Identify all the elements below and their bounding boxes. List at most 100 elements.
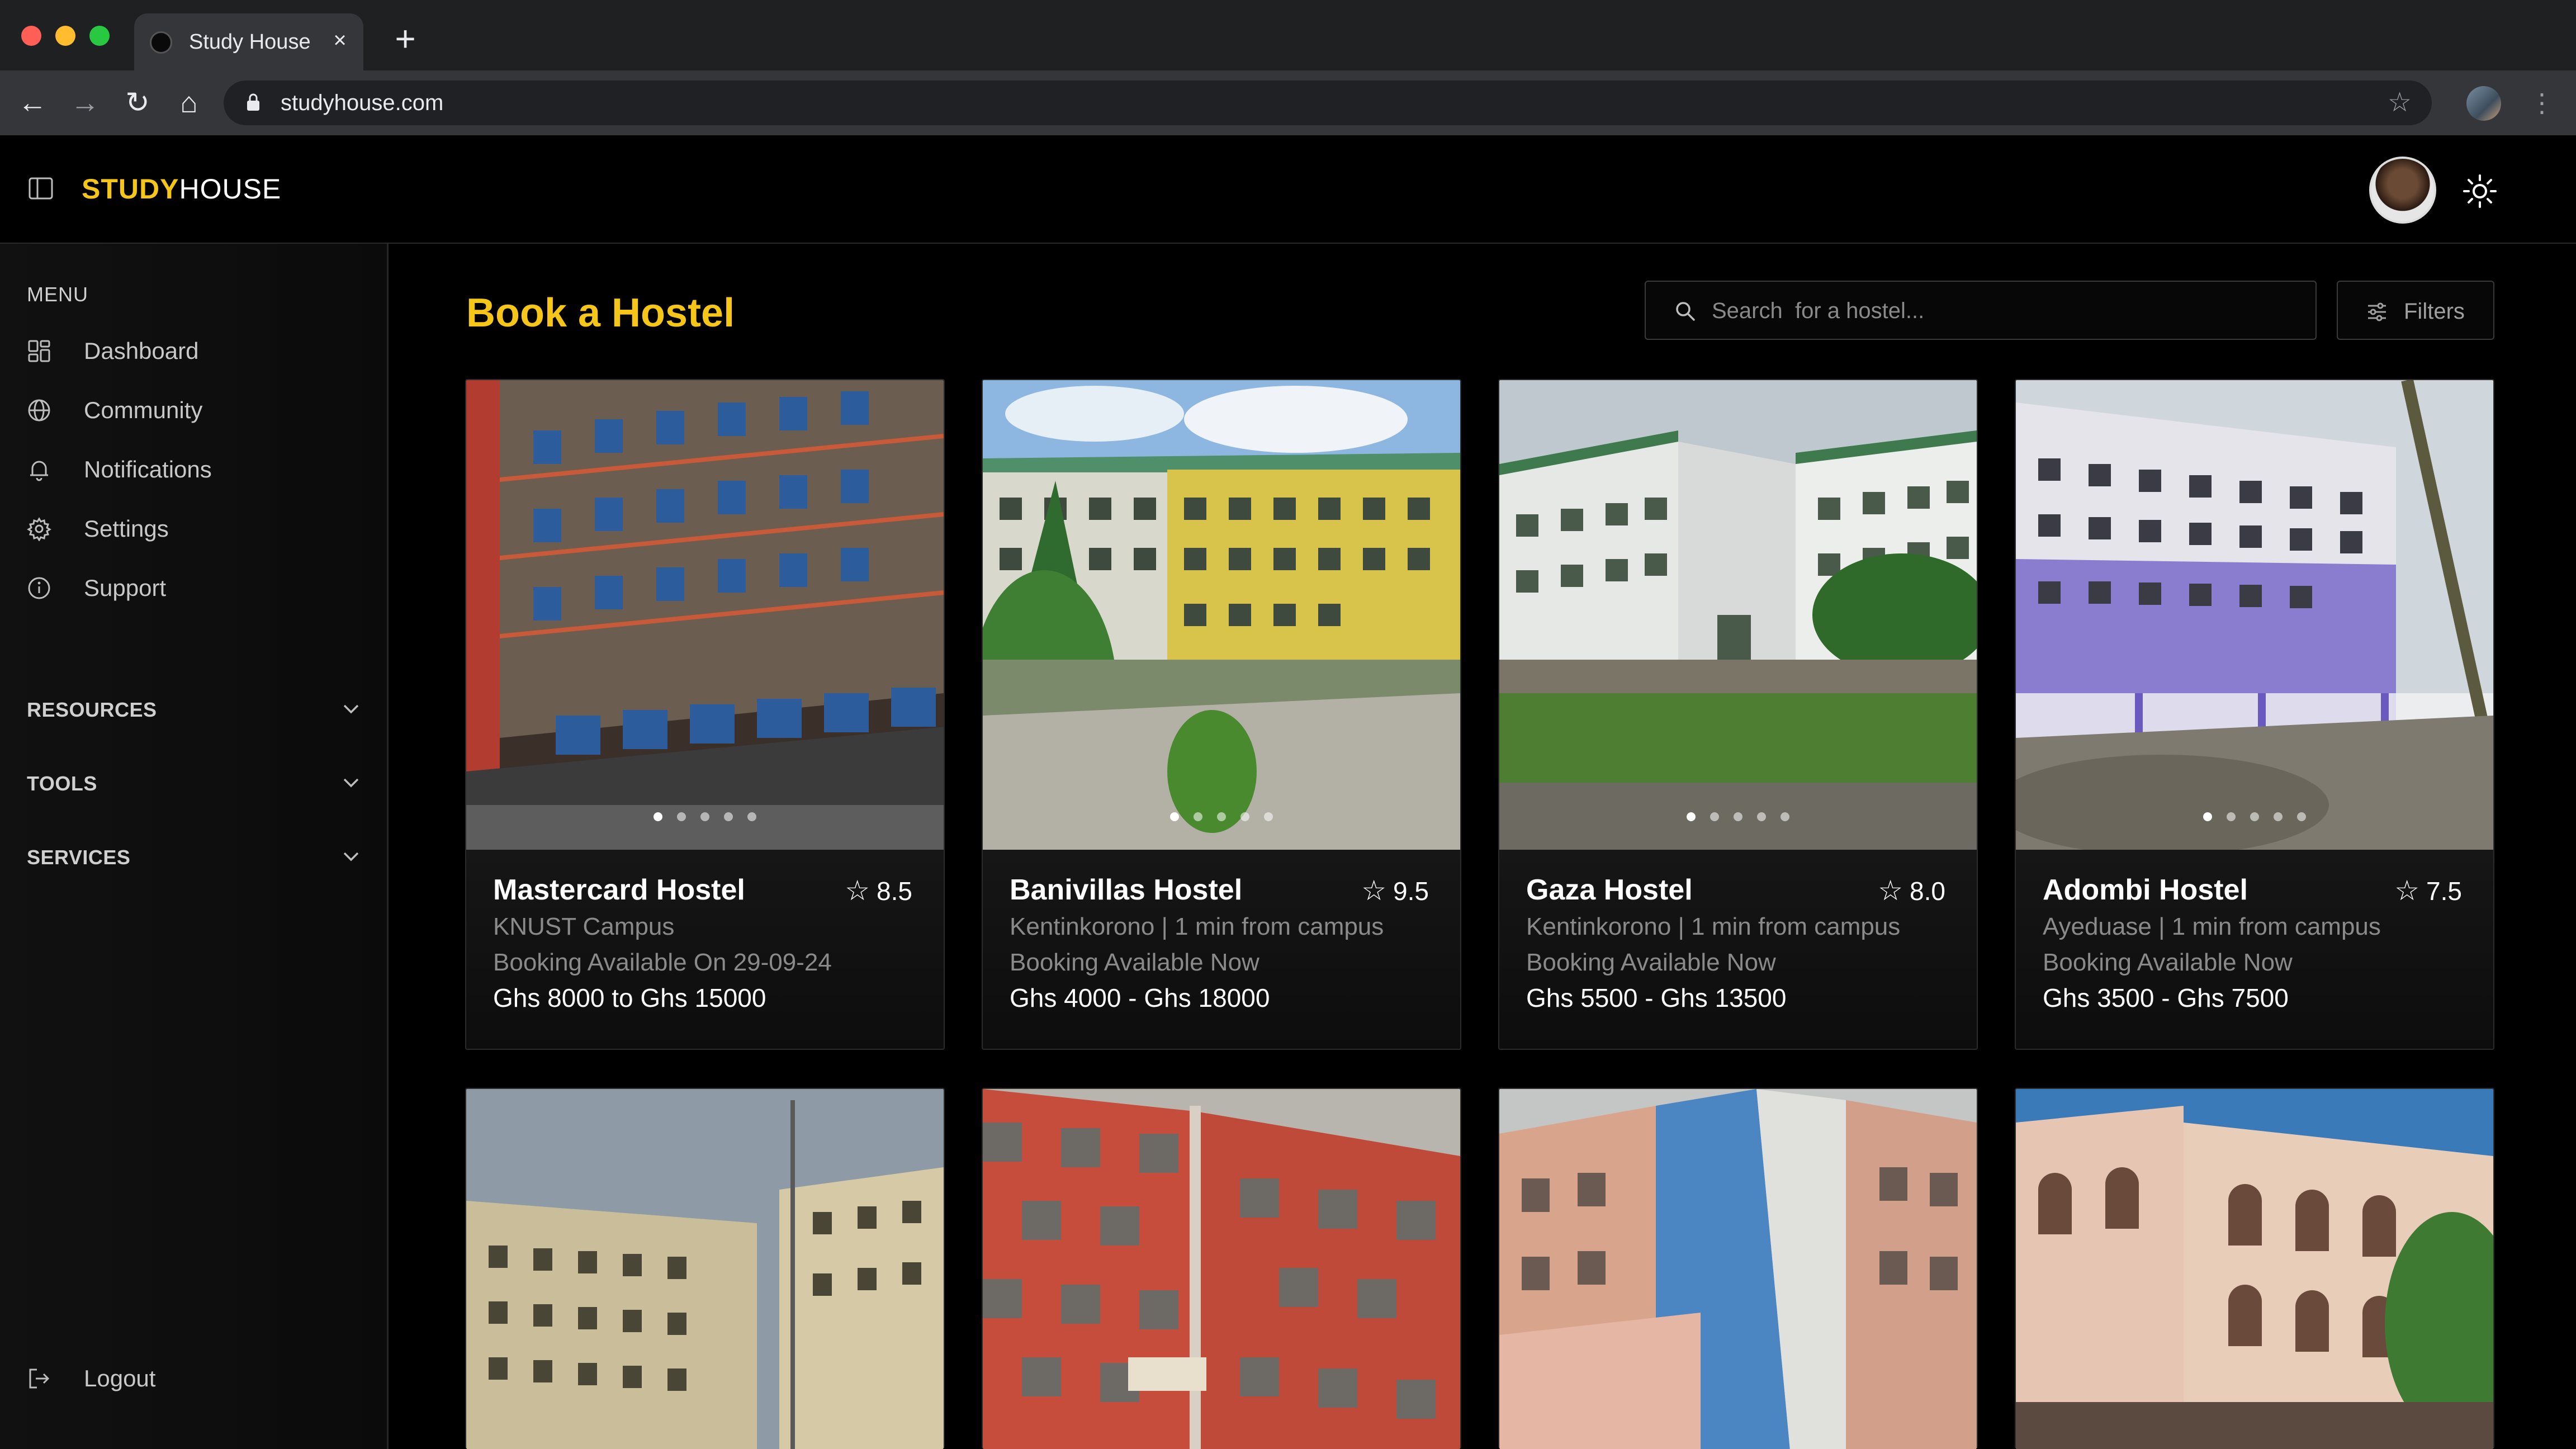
search-box[interactable]: [1645, 281, 2317, 340]
logout-button[interactable]: Logout: [27, 1358, 362, 1398]
section-resources[interactable]: RESOURCES: [27, 693, 362, 727]
hostel-card[interactable]: Banivillas Hostel ☆ 9.5 Kentinkorono | 1 …: [982, 379, 1461, 1050]
sidebar-toggle-icon[interactable]: [28, 176, 54, 201]
search-icon: [1676, 302, 1695, 321]
sidebar-item-label: Settings: [84, 515, 169, 542]
hostel-photo[interactable]: [983, 380, 1460, 850]
close-tab-icon[interactable]: ×: [325, 26, 354, 55]
hostel-card-body: Gaza Hostel ☆ 8.0 Kentinkorono | 1 min fr…: [1499, 850, 1977, 1049]
home-icon[interactable]: ⌂: [173, 87, 205, 119]
sidebar-item-dashboard[interactable]: Dashboard: [27, 331, 362, 370]
sidebar-item-notifications[interactable]: Notifications: [27, 449, 362, 489]
hostel-photo[interactable]: [466, 380, 944, 850]
tab-title: Study House: [189, 30, 311, 54]
sidebar-item-support[interactable]: Support: [27, 568, 362, 607]
section-label: SERVICES: [27, 846, 131, 869]
sun-icon[interactable]: [2462, 173, 2498, 209]
hostel-card[interactable]: Gaza Hostel ☆ 8.0 Kentinkorono | 1 min fr…: [1498, 379, 1978, 1050]
browser-tab[interactable]: Study House ×: [134, 13, 363, 70]
hostel-rating: ☆ 8.5: [845, 874, 912, 907]
hostel-name: Mastercard Hostel: [493, 874, 745, 906]
close-window-button[interactable]: [21, 26, 41, 46]
hostel-rating: ☆ 7.5: [2394, 874, 2462, 907]
chevron-down-icon[interactable]: [340, 698, 362, 720]
hostel-availability: Booking Available Now: [1010, 949, 1259, 976]
hostel-card[interactable]: [2015, 1088, 2494, 1449]
browser-profile-avatar[interactable]: [2466, 86, 2501, 121]
hostel-card[interactable]: [1498, 1088, 1978, 1449]
hostel-photo[interactable]: [2016, 1089, 2493, 1449]
sidebar-item-label: Support: [84, 575, 167, 601]
hostel-photo[interactable]: [983, 1089, 1460, 1449]
chevron-down-icon[interactable]: [340, 771, 362, 794]
hostel-price: Ghs 4000 - Ghs 18000: [1010, 983, 1270, 1012]
hostel-location: Ayeduase | 1 min from campus: [2043, 913, 2381, 940]
globe-icon: [28, 399, 50, 422]
hostel-availability: Booking Available On 29-09-24: [493, 949, 832, 976]
reload-icon[interactable]: ↻: [122, 87, 153, 119]
address-bar[interactable]: studyhouse.com ☆: [224, 80, 2432, 125]
sidebar-item-label: Notifications: [84, 456, 212, 482]
gear-icon: [27, 517, 51, 541]
section-tools[interactable]: TOOLS: [27, 767, 362, 801]
brand-logo[interactable]: STUDYHOUSE: [82, 170, 281, 208]
rating-value: 8.5: [877, 877, 912, 906]
hostel-photo[interactable]: [1499, 1089, 1977, 1449]
sidebar-item-label: Dashboard: [84, 338, 199, 364]
hostel-rating: ☆ 8.0: [1878, 874, 1945, 907]
user-avatar[interactable]: [2369, 157, 2436, 224]
bell-icon: [30, 461, 48, 481]
sliders-icon: [2368, 302, 2386, 321]
search-input[interactable]: [1711, 293, 2294, 329]
rating-value: 7.5: [2426, 877, 2462, 906]
maximize-window-button[interactable]: [89, 26, 110, 46]
hostel-card[interactable]: Adombi Hostel ☆ 7.5 Ayeduase | 1 min from…: [2015, 379, 2494, 1050]
carousel-dots[interactable]: [466, 812, 944, 824]
hostel-photo[interactable]: [2016, 380, 2493, 850]
sidebar-item-label: Community: [84, 397, 203, 423]
star-icon: ☆: [1878, 875, 1903, 906]
carousel-dots[interactable]: [2016, 812, 2493, 824]
sidebar-item-community[interactable]: Community: [27, 390, 362, 429]
star-icon: ☆: [845, 875, 870, 906]
hostel-card[interactable]: [465, 1088, 945, 1449]
menu-heading: MENU: [27, 283, 88, 306]
browser-toolbar: ← → ↻ ⌂ studyhouse.com ☆ ⋮: [0, 70, 2576, 136]
filters-button[interactable]: Filters: [2337, 281, 2494, 340]
page-title: Book a Hostel: [466, 291, 735, 335]
browser-tab-bar: Study House × +: [0, 0, 2576, 70]
hostel-photo[interactable]: [1499, 380, 1977, 850]
hostel-location: Kentinkorono | 1 min from campus: [1010, 913, 1384, 940]
bookmark-star-icon[interactable]: ☆: [2388, 88, 2412, 117]
hostel-location: Kentinkorono | 1 min from campus: [1526, 913, 1901, 940]
hostel-card[interactable]: [982, 1088, 1461, 1449]
browser-menu-icon[interactable]: ⋮: [2529, 87, 2555, 121]
carousel-dots[interactable]: [983, 812, 1460, 824]
rating-value: 9.5: [1393, 877, 1429, 906]
hostel-location: KNUST Campus: [493, 913, 675, 940]
favicon-icon: [150, 31, 172, 54]
hostel-photo[interactable]: [466, 1089, 944, 1449]
star-icon: ☆: [2394, 875, 2420, 906]
logout-label: Logout: [84, 1365, 156, 1391]
section-services[interactable]: SERVICES: [27, 841, 362, 874]
hostel-card-body: Mastercard Hostel ☆ 8.5 KNUST Campus Book…: [466, 850, 944, 1049]
hostel-price: Ghs 8000 to Ghs 15000: [493, 983, 766, 1012]
hostel-card-body: Adombi Hostel ☆ 7.5 Ayeduase | 1 min from…: [2016, 850, 2493, 1049]
hostel-name: Banivillas Hostel: [1010, 874, 1243, 906]
hostel-price: Ghs 3500 - Ghs 7500: [2043, 983, 2289, 1012]
brand-logo-light: HOUSE: [179, 173, 282, 205]
minimize-window-button[interactable]: [55, 26, 75, 46]
carousel-dots[interactable]: [1499, 812, 1977, 824]
sidebar-item-settings[interactable]: Settings: [27, 509, 362, 548]
hostel-card-body: Banivillas Hostel ☆ 9.5 Kentinkorono | 1 …: [983, 850, 1460, 1049]
back-arrow-icon[interactable]: ←: [17, 87, 48, 119]
new-tab-button[interactable]: +: [386, 20, 425, 59]
url-text: studyhouse.com: [281, 91, 444, 115]
hostel-availability: Booking Available Now: [1526, 949, 1776, 976]
hostel-price: Ghs 5500 - Ghs 13500: [1526, 983, 1787, 1012]
info-icon: [28, 577, 50, 599]
hostel-card[interactable]: Mastercard Hostel ☆ 8.5 KNUST Campus Book…: [465, 379, 945, 1050]
chevron-down-icon[interactable]: [340, 845, 362, 868]
forward-arrow-icon[interactable]: →: [69, 87, 101, 119]
